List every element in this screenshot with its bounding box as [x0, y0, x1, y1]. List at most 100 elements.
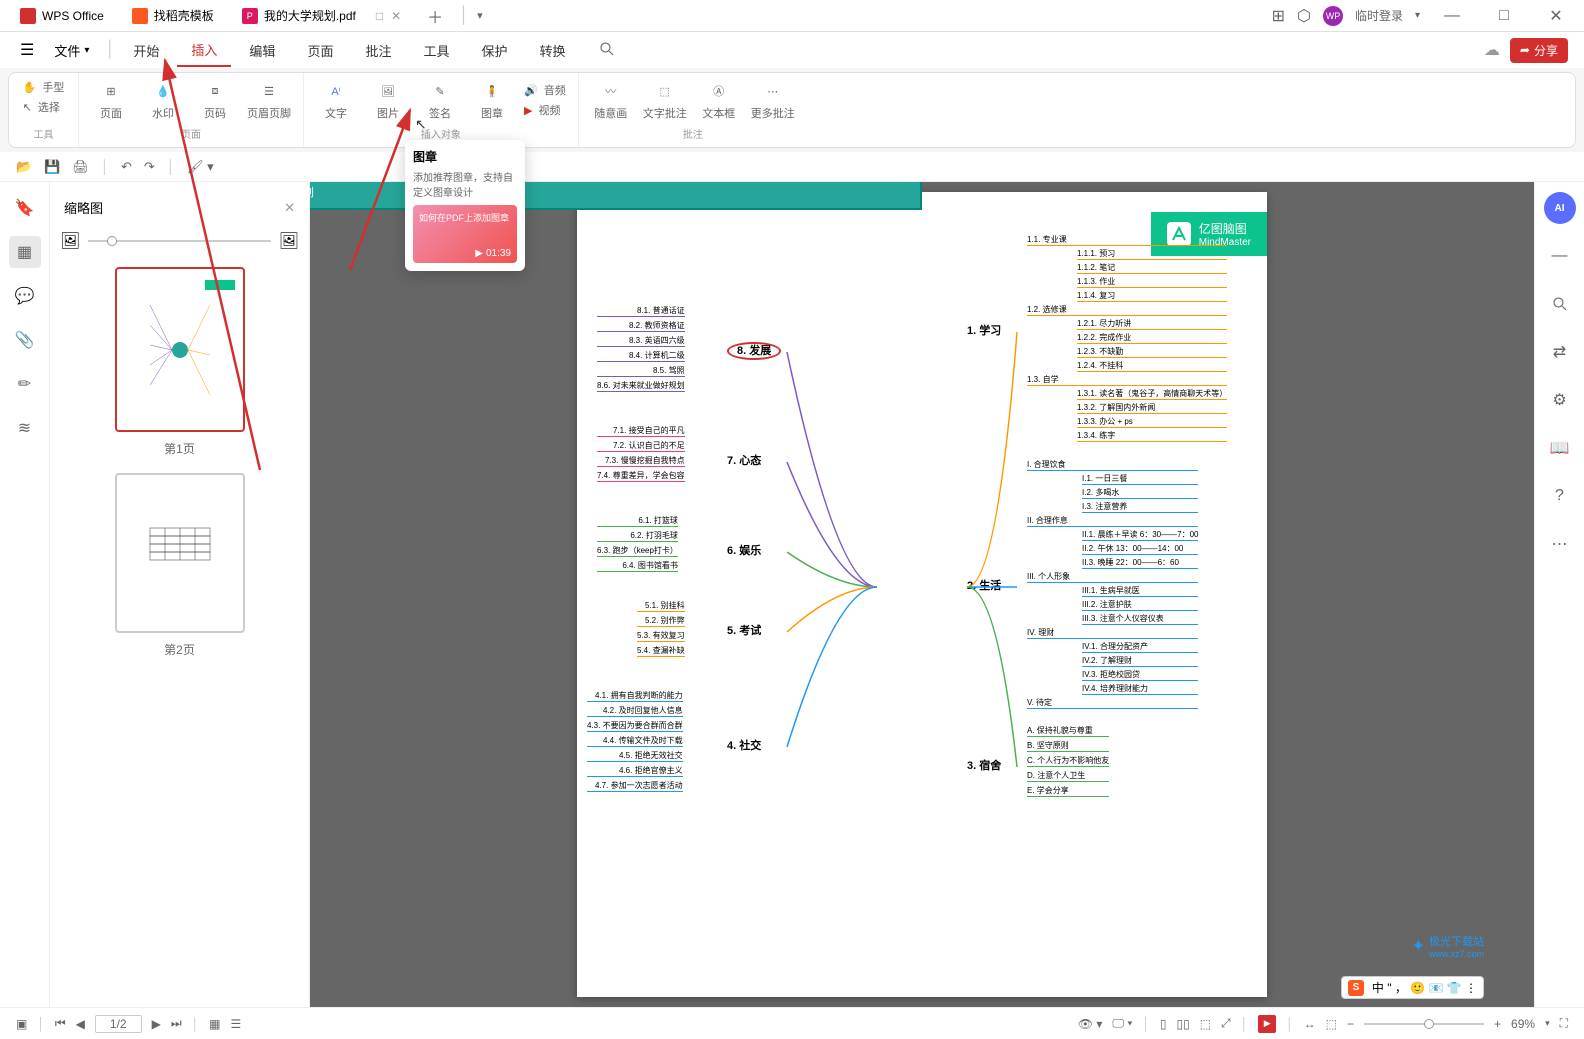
tab-label: WPS Office — [42, 9, 104, 23]
more-icon[interactable]: ⋯ — [1544, 528, 1576, 560]
avatar[interactable]: WP — [1323, 6, 1343, 26]
more-annot-tool[interactable]: ⋯更多批注 — [751, 79, 795, 121]
tooltip-video[interactable]: 如何在PDF上添加图章 ▶01:39 — [413, 205, 517, 263]
zoom-out-button[interactable]: − — [1347, 1017, 1354, 1031]
text-annot-tool[interactable]: ⬚文字批注 — [643, 79, 687, 121]
wps-icon — [20, 8, 36, 24]
more-icon: ⋯ — [761, 79, 785, 103]
open-icon[interactable]: 📂 — [16, 159, 32, 175]
mm-items-1: 1.1. 专业课 1.1.1. 预习 1.1.2. 笔记 1.1.3. 作业 1… — [1027, 232, 1227, 444]
zoom-level[interactable]: 69% — [1511, 1017, 1535, 1031]
video-tool[interactable]: ▶视频 — [524, 102, 566, 118]
minimize-button[interactable]: — — [1432, 2, 1472, 30]
first-page-button[interactable]: ⏮ — [55, 1016, 66, 1031]
play-button[interactable]: ▶ — [1258, 1015, 1276, 1033]
layers-button[interactable]: ≋ — [9, 412, 41, 444]
grid-view-icon[interactable]: ▦ — [209, 1017, 220, 1031]
hamburger-icon[interactable]: ☰ — [16, 36, 38, 64]
file-label: 文件 — [54, 41, 80, 60]
settings-icon[interactable]: ⚙ — [1544, 384, 1576, 416]
undo-icon[interactable]: ↶ — [121, 159, 132, 175]
edit-button[interactable]: ✏ — [9, 368, 41, 400]
group-label: 批注 — [683, 126, 703, 141]
stamp-icon: 🧍 — [480, 79, 504, 103]
audio-icon: 🔊 — [524, 84, 538, 97]
fit-width-icon[interactable]: ↔ — [1304, 1017, 1316, 1031]
left-rail: 🔖 ▦ 💬 📎 ✏ ≋ — [0, 182, 50, 1007]
convert-icon[interactable]: ⇄ — [1544, 336, 1576, 368]
zoom-slider[interactable] — [1364, 1023, 1484, 1025]
next-page-button[interactable]: ▶ — [152, 1017, 161, 1031]
reading-mode-icon[interactable]: 🖵 ▾ — [1112, 1016, 1132, 1031]
page-indicator[interactable]: 1/2 — [95, 1015, 142, 1033]
layout-icon[interactable]: ⊞ — [1272, 6, 1285, 26]
group-label: 工具 — [34, 126, 54, 141]
sidebar-toggle-icon[interactable]: ▣ — [16, 1017, 27, 1031]
pdf-icon: P — [242, 8, 258, 24]
blank-page-tool[interactable]: ⊞页面 — [91, 79, 131, 121]
fit-icon[interactable]: ⤢ — [1221, 1016, 1231, 1031]
mm-items-5: 5.1. 别挂科 5.2. 别作弊 5.3. 有效复习 5.4. 查漏补缺 — [637, 597, 685, 660]
view-mode-icon[interactable]: 👁 ▾ — [1078, 1017, 1103, 1031]
play-icon: ▶ — [475, 248, 483, 259]
freehand-tool[interactable]: 〰随意画 — [591, 79, 631, 121]
document-view[interactable]: 亿图脑图MindMaster 我的大学规划 8. 发展 8.1. 普通话证 8.… — [310, 182, 1534, 1007]
search-icon[interactable] — [1544, 288, 1576, 320]
hand-tool[interactable]: ✋ 手型 — [23, 79, 65, 95]
book-icon[interactable]: 📖 — [1544, 432, 1576, 464]
close-button[interactable]: ✕ — [1536, 2, 1576, 30]
two-page-icon[interactable]: ▯▯ — [1176, 1017, 1189, 1031]
tab-docer[interactable]: 找稻壳模板 — [120, 2, 226, 30]
login-status[interactable]: 临时登录 — [1355, 7, 1403, 24]
tab-wps-office[interactable]: WPS Office — [8, 2, 116, 30]
tab-close-icon[interactable]: ✕ — [391, 9, 401, 23]
select-tool[interactable]: ↖ 选择 — [23, 99, 60, 115]
sogou-icon: S — [1348, 980, 1364, 996]
fit-page-icon[interactable]: ⬚ — [1326, 1017, 1337, 1031]
zoom-dropdown-icon[interactable]: ▾ — [1545, 1018, 1550, 1029]
mm-topic-2: 2. 生活 — [967, 577, 1001, 593]
thumbnail-button[interactable]: ▦ — [9, 236, 41, 268]
bookmark-button[interactable]: 🔖 — [9, 192, 41, 224]
menu-protect[interactable]: 保护 — [467, 35, 521, 66]
attachment-button[interactable]: 📎 — [9, 324, 41, 356]
tab-current-document[interactable]: P 我的大学规划.pdf □ ✕ — [230, 2, 413, 30]
audio-tool[interactable]: 🔊音频 — [524, 82, 566, 98]
hand-icon: ✋ — [23, 81, 37, 94]
mm-items-7: 7.1. 接受自己的平凡 7.2. 认识自己的不足 7.3. 慢慢挖掘自我特点 … — [597, 422, 685, 485]
help-icon[interactable]: ? — [1544, 480, 1576, 512]
thumbnail-page-2[interactable]: 第2页 — [60, 473, 299, 658]
pencil-icon: 〰 — [599, 79, 623, 103]
cloud-sync-icon[interactable]: ☁ — [1484, 40, 1500, 60]
zoom-in-button[interactable]: + — [1494, 1017, 1501, 1031]
right-rail: AI — ⇄ ⚙ 📖 ? ⋯ — [1534, 182, 1584, 1007]
cube-icon[interactable]: ⬡ — [1297, 6, 1311, 26]
thumbnail-title: 缩略图 — [64, 198, 103, 217]
continuous-icon[interactable]: ⬚ — [1200, 1017, 1211, 1031]
textbox-tool[interactable]: Ⓐ文本框 — [699, 79, 739, 121]
tooltip-description: 添加推荐图章，支持自定义图章设计 — [413, 169, 517, 199]
ai-assistant-button[interactable]: AI — [1544, 192, 1576, 224]
last-page-button[interactable]: ⏭ — [171, 1016, 182, 1031]
single-page-icon[interactable]: ▯ — [1160, 1017, 1167, 1031]
menu-convert[interactable]: 转换 — [526, 35, 580, 66]
stamp-tool[interactable]: 🧍图章 — [472, 79, 512, 121]
save-icon[interactable]: 💾 — [44, 159, 60, 175]
minus-icon[interactable]: — — [1544, 240, 1576, 272]
file-menu[interactable]: 文件 ▾ — [46, 37, 97, 64]
fullscreen-icon[interactable]: ⛶ — [1560, 1016, 1568, 1031]
print-icon[interactable]: 🖨 — [72, 159, 89, 175]
maximize-button[interactable]: □ — [1484, 2, 1524, 30]
mm-topic-8: 8. 发展 — [727, 342, 781, 358]
login-dropdown-icon[interactable]: ▾ — [1415, 10, 1420, 21]
mm-items-6: 6.1. 打篮球 6.2. 打羽毛球 6.3. 跑步（keep打卡） 6.4. … — [597, 512, 678, 575]
ime-toolbar[interactable]: S 中 " ， 🙂 📧 👕 ⋮ — [1341, 976, 1484, 999]
tab-dropdown-icon[interactable]: ▾ — [477, 9, 483, 22]
prev-page-button[interactable]: ◀ — [76, 1017, 85, 1031]
list-view-icon[interactable]: ☰ — [230, 1017, 241, 1031]
comment-button[interactable]: 💬 — [9, 280, 41, 312]
search-button[interactable] — [584, 34, 630, 67]
share-button[interactable]: ➦ 分享 — [1510, 38, 1568, 63]
tab-close-icon[interactable]: □ — [376, 9, 383, 23]
new-tab-button[interactable]: ＋ — [417, 0, 453, 32]
